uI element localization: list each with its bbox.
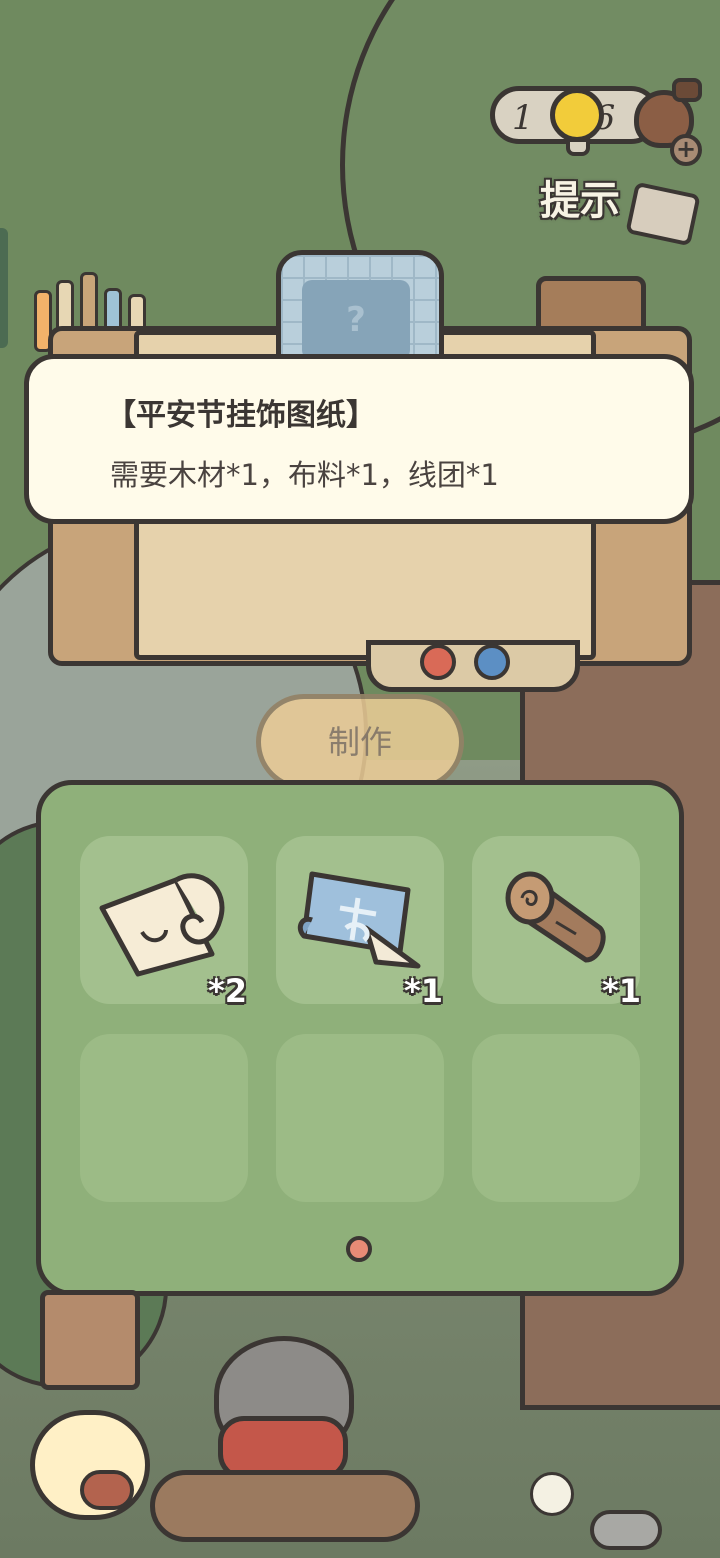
add-hint-button[interactable]: + — [670, 134, 702, 166]
inventory-slot-6[interactable] — [472, 1034, 640, 1202]
log-seat — [150, 1470, 420, 1542]
page-indicator-dot — [346, 1236, 372, 1262]
recipe-title: 【平安节挂饰图纸】 — [106, 398, 376, 433]
slot-1-quantity: *2 — [208, 972, 247, 1010]
inventory-slot-5[interactable] — [276, 1034, 444, 1202]
lightbulb-icon — [550, 88, 604, 142]
slot-2-quantity: *1 — [404, 972, 443, 1010]
lightbulb-base-icon — [566, 138, 590, 156]
hint-button[interactable]: 提示 — [540, 168, 620, 226]
daisy-flower — [530, 1472, 574, 1516]
slot-3-quantity: *1 — [602, 972, 641, 1010]
book-stack-decoration — [40, 1290, 140, 1390]
blue-yarn-ball-icon — [474, 644, 510, 680]
unknown-item-icon: ? — [302, 280, 410, 360]
acorn-cap-icon — [672, 78, 702, 102]
make-button[interactable]: 制作 — [256, 694, 464, 790]
recipe-requirements: 需要木材*1，布料*1，线团*1 — [110, 458, 499, 492]
recipe-dialog — [24, 354, 694, 524]
ground-stone — [590, 1510, 662, 1550]
bird-wing — [80, 1470, 134, 1510]
red-yarn-ball-icon — [420, 644, 456, 680]
inventory-slot-4[interactable] — [80, 1034, 248, 1202]
workbench-drawer — [366, 640, 580, 692]
game-scene: 161 + 提示 ? 【平安节挂饰图纸】 需要木材*1，布料*1，线团*1 制作 — [0, 0, 720, 1558]
side-drawer-tab[interactable] — [0, 228, 8, 348]
